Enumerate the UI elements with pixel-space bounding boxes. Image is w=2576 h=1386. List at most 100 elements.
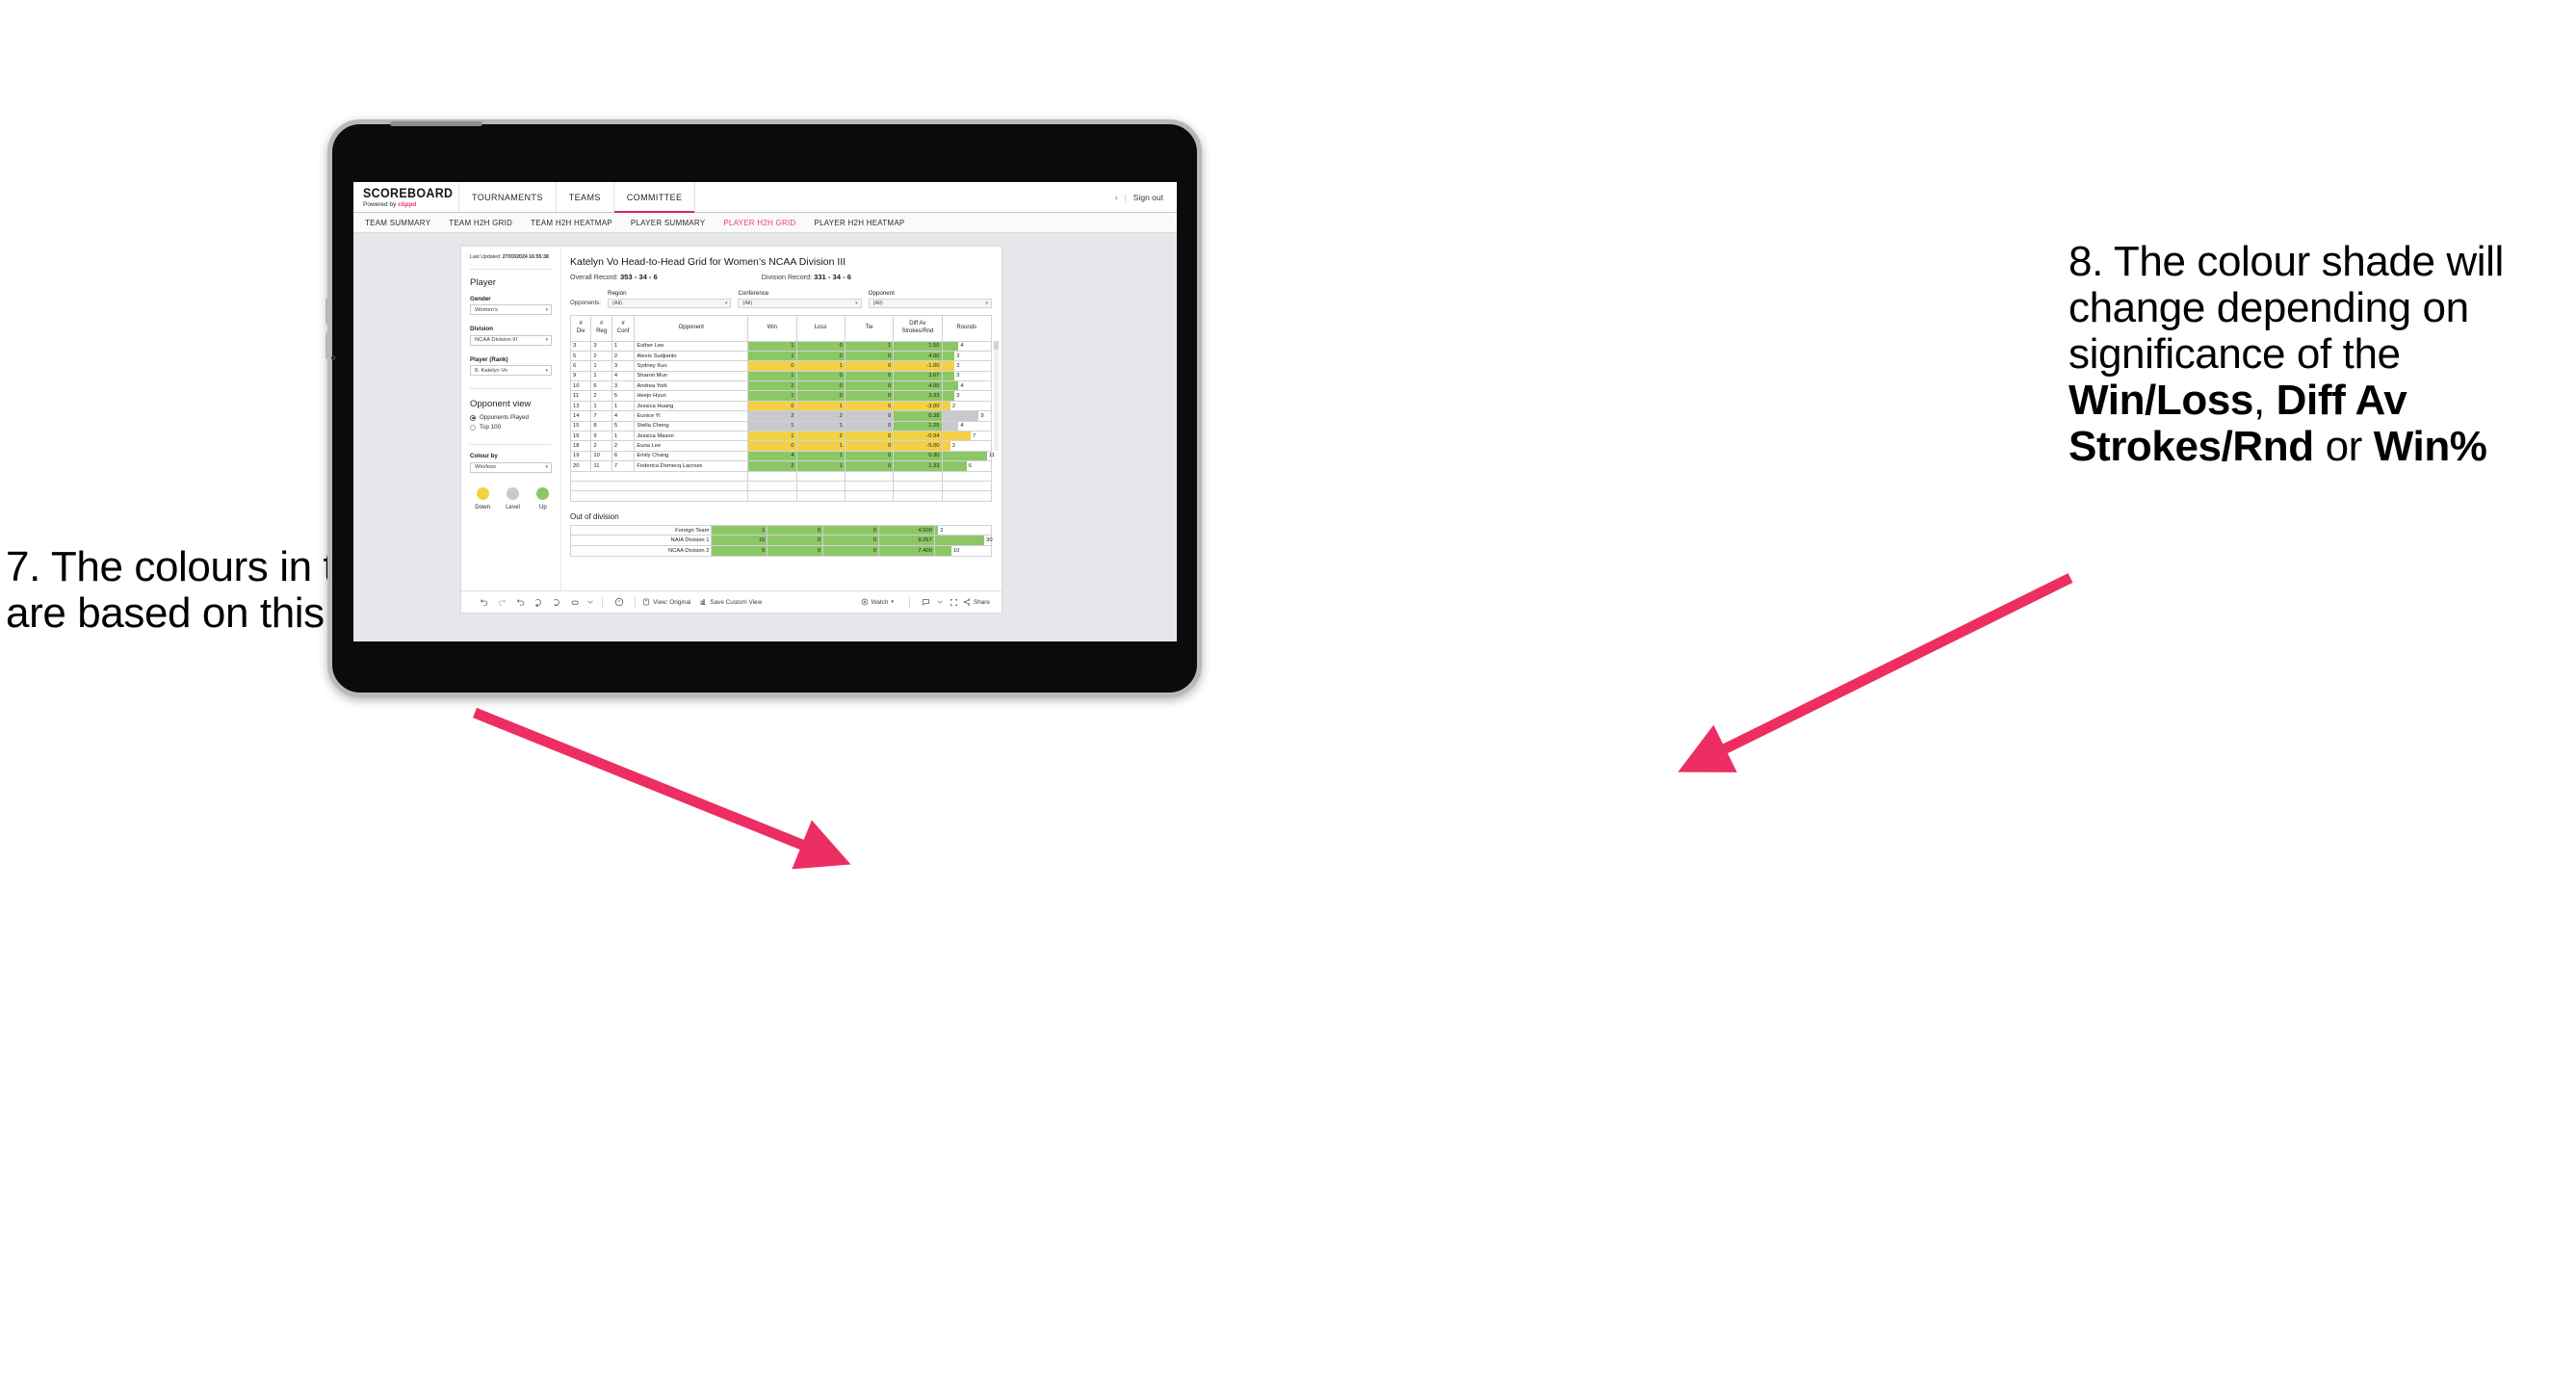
watch-button[interactable]: Watch ▾	[861, 598, 894, 606]
view-original-button[interactable]: View: Original	[642, 598, 690, 606]
col-reg[interactable]: # Reg	[590, 314, 612, 342]
legend-dot-level	[506, 486, 519, 500]
comment-dropdown-icon[interactable]	[935, 599, 945, 605]
cell-rounds: 3	[941, 390, 992, 402]
table-row[interactable]: 18 2 2 Euna Lee 0 1 0 -5.00 2	[569, 440, 992, 452]
table-row[interactable]: 20 11 7 Federica Domecq Lacroze 2 1 0 1.33 6	[569, 460, 992, 472]
colour-by-value: Win/loss	[475, 464, 496, 471]
refresh-icon[interactable]	[530, 598, 548, 607]
region-filter-select[interactable]: (All) ▾	[608, 298, 732, 308]
cell-div: 18	[569, 440, 592, 452]
overall-record-label: Overall Record:	[570, 273, 620, 281]
col-div[interactable]: # Div	[569, 314, 592, 342]
redo-icon[interactable]	[493, 598, 511, 607]
colour-by-select[interactable]: Win/loss ▾	[470, 461, 552, 473]
table-row[interactable]: 3 3 1 Esther Lee 1 0 1 1.50 4	[569, 340, 992, 352]
save-custom-view-label: Save Custom View	[710, 598, 763, 606]
subnav-item-team-summary[interactable]: TEAM SUMMARY	[365, 219, 430, 227]
revert-icon[interactable]	[511, 598, 530, 607]
sign-out-link[interactable]: Sign out	[1133, 193, 1163, 202]
table-row[interactable]: 10 6 3 Andrea York 2 0 0 4.00 4	[569, 380, 992, 392]
cell-win: 1	[711, 524, 768, 536]
player-rank-select[interactable]: 8. Katelyn Vo ▾	[470, 365, 552, 377]
chevron-down-icon: ▾	[855, 300, 858, 306]
records-row: Overall Record: 353 - 34 - 6 Division Re…	[570, 273, 992, 281]
table-row[interactable]: 13 1 1 Jessica Huang 0 1 0 -3.00 2	[569, 400, 992, 412]
topnav-right-group: › | Sign out	[1115, 182, 1177, 212]
annotation-right-bold-winloss: Win/Loss	[2069, 376, 2253, 424]
conference-filter-select[interactable]: (All) ▾	[738, 298, 862, 308]
division-select-value: NCAA Division III	[475, 337, 518, 344]
chevron-right-icon[interactable]: ›	[1115, 193, 1118, 202]
table-row[interactable]: 6 1 3 Sydney Kuo 0 1 0 -1.00 3	[569, 360, 992, 372]
cell-win: 0	[747, 400, 797, 412]
comment-icon[interactable]	[917, 598, 935, 607]
zoom-icon[interactable]	[566, 598, 585, 607]
topnav-item-committee[interactable]: COMMITTEE	[613, 182, 696, 213]
annotation-right: 8. The colour shade will change dependin…	[2069, 239, 2576, 470]
col-loss[interactable]: Loss	[795, 314, 846, 342]
table-row[interactable]: 19 10 6 Emily Chang 4 1 0 0.30 11	[569, 450, 995, 462]
subnav-item-team-h2h-grid[interactable]: TEAM H2H GRID	[449, 219, 512, 227]
cell-win: 2	[747, 460, 797, 472]
gender-select[interactable]: Women’s ▾	[470, 304, 552, 316]
opponent-filter-select[interactable]: (All) ▾	[868, 298, 992, 308]
undo-icon[interactable]	[475, 598, 493, 607]
last-updated-label: Last Updated:	[470, 254, 503, 260]
cell-loss: 0	[795, 350, 846, 362]
annotation-right-sep1: ,	[2252, 376, 2277, 424]
cell-tie: 0	[844, 350, 895, 362]
volume-down-button[interactable]	[325, 332, 329, 359]
toolbar-divider-3	[908, 596, 910, 608]
division-select[interactable]: NCAA Division III ▾	[470, 334, 552, 346]
cell-loss: 0	[795, 340, 846, 352]
zoom-dropdown-icon[interactable]	[585, 599, 595, 605]
radio-top-100[interactable]: Top 100	[470, 424, 552, 431]
cell-rounds: 9	[941, 410, 992, 422]
subnav-item-player-h2h-grid[interactable]: PLAYER H2H GRID	[723, 219, 795, 227]
cell-tie: 0	[844, 390, 895, 402]
division-record-value: 331 - 34 - 6	[814, 273, 851, 281]
topnav-item-tournaments[interactable]: TOURNAMENTS	[459, 182, 557, 212]
cell-reg: 3	[590, 340, 612, 352]
table-row[interactable]: 15 8 5 Stella Cheng 1 1 0 1.25 4	[569, 420, 992, 432]
cell-diff: 3.67	[893, 370, 943, 382]
cell-tie: 0	[844, 360, 895, 372]
cell-tie: 1	[844, 340, 895, 352]
col-diff[interactable]: Diff Av Strokes/Rnd	[893, 314, 943, 342]
subnav-item-player-summary[interactable]: PLAYER SUMMARY	[631, 219, 705, 227]
table-row[interactable]: 5 2 2 Alexis Sudjianto 1 0 0 4.00 3	[569, 350, 992, 362]
subnav-item-player-h2h-heatmap[interactable]: PLAYER H2H HEATMAP	[815, 219, 905, 227]
clock-icon[interactable]	[610, 597, 628, 607]
share-button[interactable]: Share	[963, 598, 990, 606]
brand-logo[interactable]: SCOREBOARD Powered by clippd	[353, 182, 459, 212]
sidebar-divider-2	[470, 388, 552, 390]
col-opponent[interactable]: Opponent	[634, 314, 749, 342]
grid-scrollbar-thumb[interactable]	[994, 340, 999, 350]
sidebar-divider-3	[470, 444, 552, 446]
col-rounds[interactable]: Rounds	[941, 314, 992, 342]
save-custom-view-button[interactable]: Save Custom View	[699, 598, 762, 606]
table-row[interactable]: 14 7 4 Eunice Yi 2 2 0 0.38 9	[569, 410, 992, 422]
pause-icon[interactable]	[548, 598, 566, 607]
volume-up-button[interactable]	[325, 298, 329, 325]
col-conf[interactable]: # Conf	[611, 314, 636, 342]
table-row[interactable]: 9 1 4 Sharon Mun 1 0 0 3.67 3	[569, 370, 992, 382]
cell-rounds: 4	[941, 380, 992, 392]
col-tie[interactable]: Tie	[844, 314, 895, 342]
opponent-filter: Opponent (All) ▾	[868, 290, 992, 308]
cell-diff: -1.00	[893, 360, 943, 372]
subnav-item-team-h2h-heatmap[interactable]: TEAM H2H HEATMAP	[531, 219, 612, 227]
col-win[interactable]: Win	[747, 314, 797, 342]
fullscreen-icon[interactable]	[945, 598, 963, 607]
table-row[interactable]: NAIA Division 1 15 0 0 9.267 30	[569, 535, 993, 546]
topnav-item-teams[interactable]: TEAMS	[557, 182, 614, 212]
grid-scrollbar-track[interactable]	[994, 340, 999, 451]
table-row[interactable]: 11 2 5 Heejo Hyun 1 0 0 3.33 3	[569, 390, 992, 402]
table-row[interactable]: Foreign Team 1 0 0 4.500 2	[569, 524, 993, 536]
radio-opponents-played[interactable]: Opponents Played	[470, 414, 552, 421]
table-row[interactable]: 16 9 1 Jessica Mason 1 2 0 -0.94 7	[569, 430, 992, 442]
table-row[interactable]: NCAA Division 2 5 0 0 7.400 10	[569, 544, 993, 557]
chevron-down-icon: ▾	[724, 300, 728, 306]
